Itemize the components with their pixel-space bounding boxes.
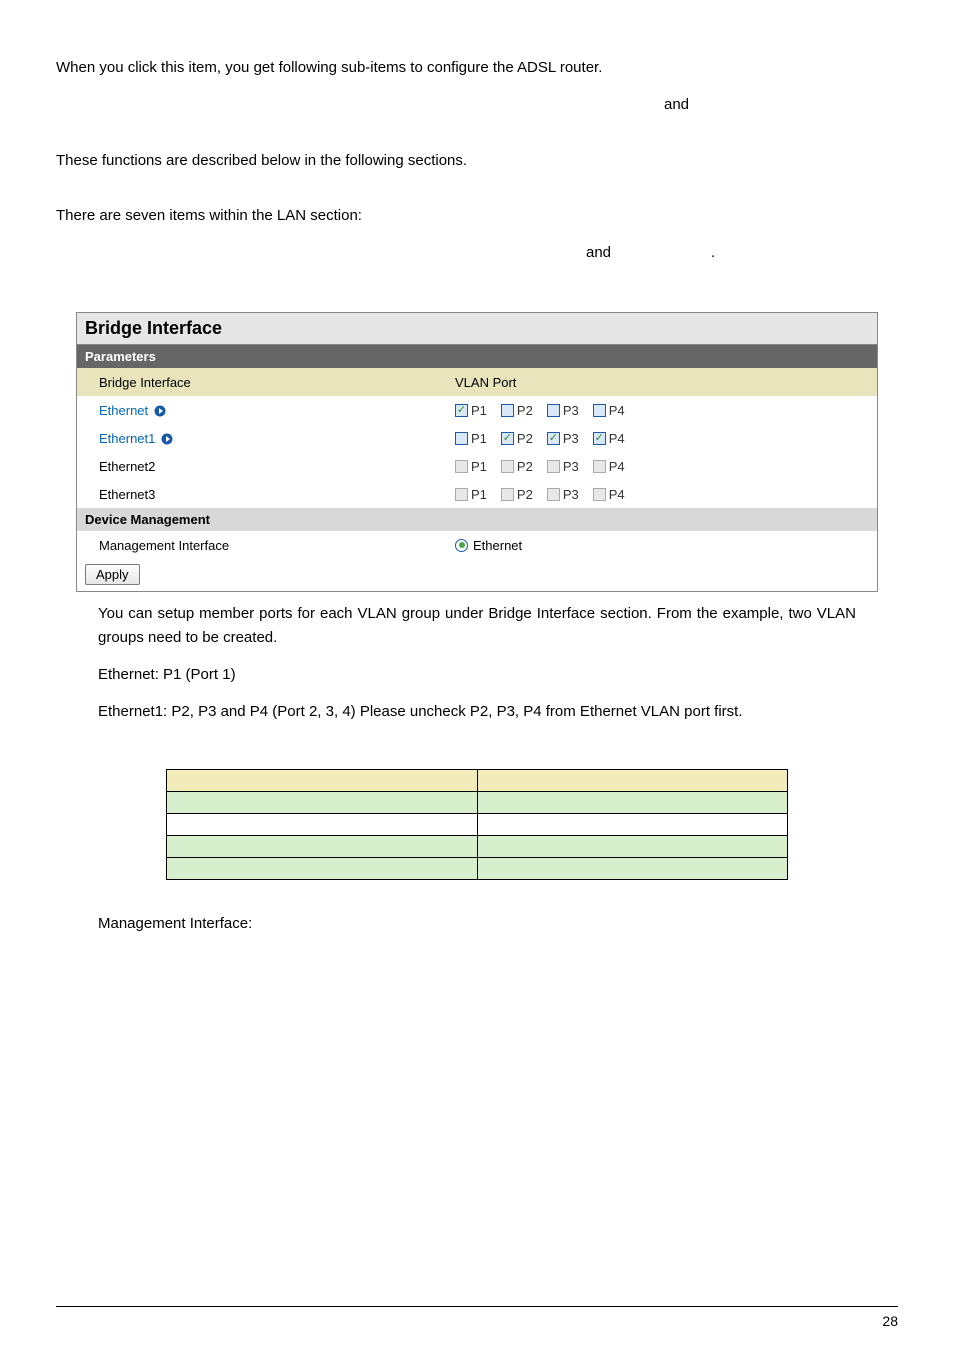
checkbox-p2[interactable]: P2 bbox=[501, 403, 533, 418]
checkbox-p3: P3 bbox=[547, 487, 579, 502]
bridge-interface-screenshot: Bridge Interface Parameters Bridge Inter… bbox=[76, 312, 878, 592]
management-label: Management Interface bbox=[99, 538, 229, 553]
page-number: 28 bbox=[882, 1313, 898, 1329]
mini-cell bbox=[477, 792, 788, 814]
mini-cell bbox=[477, 770, 788, 792]
checkbox-label: P3 bbox=[563, 403, 579, 418]
mini-cell bbox=[477, 836, 788, 858]
lan-intro: There are seven items within the LAN sec… bbox=[56, 204, 898, 227]
intro-text-2: These functions are described below in t… bbox=[56, 149, 898, 172]
footer-line bbox=[56, 1306, 898, 1307]
para-ethernet-p1: Ethernet: P1 (Port 1) bbox=[98, 663, 856, 686]
apply-button[interactable]: Apply bbox=[85, 564, 140, 585]
checkbox-p1[interactable]: P1 bbox=[455, 431, 487, 446]
checkbox-p3: P3 bbox=[547, 459, 579, 474]
management-radio-ethernet[interactable]: Ethernet bbox=[455, 538, 522, 553]
mini-cell bbox=[167, 814, 478, 836]
mini-table bbox=[166, 769, 788, 880]
mini-cell bbox=[167, 836, 478, 858]
ethernet1-link[interactable]: Ethernet1 bbox=[99, 431, 155, 446]
ethernet3-label: Ethernet3 bbox=[99, 487, 155, 502]
checkbox-label: P2 bbox=[517, 459, 533, 474]
arrow-right-icon bbox=[161, 433, 173, 445]
checkbox-label: P2 bbox=[517, 431, 533, 446]
mini-cell bbox=[167, 792, 478, 814]
checkbox-label: P4 bbox=[609, 487, 625, 502]
table-row: Ethernet3 P1 P2 P3 P4 bbox=[77, 480, 877, 508]
radio-label: Ethernet bbox=[473, 538, 522, 553]
checkbox-label: P2 bbox=[517, 403, 533, 418]
dot: . bbox=[711, 241, 715, 264]
checkbox-p1[interactable]: P1 bbox=[455, 403, 487, 418]
checkbox-p3[interactable]: P3 bbox=[547, 431, 579, 446]
and-word-2: and bbox=[586, 241, 611, 264]
checkbox-label: P4 bbox=[609, 459, 625, 474]
mini-cell bbox=[167, 770, 478, 792]
ethernet2-label: Ethernet2 bbox=[99, 459, 155, 474]
checkbox-label: P1 bbox=[471, 431, 487, 446]
checkbox-label: P3 bbox=[563, 487, 579, 502]
checkbox-p2[interactable]: P2 bbox=[501, 431, 533, 446]
and-word-1: and bbox=[664, 93, 689, 116]
para-ethernet1-p234: Ethernet1: P2, P3 and P4 (Port 2, 3, 4) … bbox=[98, 700, 856, 723]
checkbox-p3[interactable]: P3 bbox=[547, 403, 579, 418]
table-row: Ethernet P1 P2 P3 P4 bbox=[77, 396, 877, 424]
panel-sub-parameters: Parameters bbox=[77, 345, 877, 368]
lan-intro-text: There are seven items within the LAN sec… bbox=[56, 207, 362, 224]
para-vlan-setup: You can setup member ports for each VLAN… bbox=[98, 602, 856, 649]
mini-cell bbox=[167, 858, 478, 880]
para-management-interface: Management Interface: bbox=[98, 912, 856, 935]
and-line-1: and bbox=[56, 93, 898, 116]
and-line-2: and. bbox=[56, 241, 898, 264]
checkbox-label: P3 bbox=[563, 459, 579, 474]
mini-cell bbox=[477, 814, 788, 836]
panel-title: Bridge Interface bbox=[77, 313, 877, 345]
checkbox-p4: P4 bbox=[593, 459, 625, 474]
table-row: Ethernet1 P1 P2 P3 P4 bbox=[77, 424, 877, 452]
checkbox-p1: P1 bbox=[455, 487, 487, 502]
arrow-right-icon bbox=[154, 405, 166, 417]
checkbox-label: P3 bbox=[563, 431, 579, 446]
col-header-2: VLAN Port bbox=[445, 371, 877, 394]
checkbox-p1: P1 bbox=[455, 459, 487, 474]
ethernet-link[interactable]: Ethernet bbox=[99, 403, 148, 418]
table-header-row: Bridge Interface VLAN Port bbox=[77, 368, 877, 396]
checkbox-p4[interactable]: P4 bbox=[593, 403, 625, 418]
panel-sub-device-management: Device Management bbox=[77, 508, 877, 531]
mini-cell bbox=[477, 858, 788, 880]
checkbox-label: P4 bbox=[609, 403, 625, 418]
checkbox-label: P1 bbox=[471, 459, 487, 474]
checkbox-label: P4 bbox=[609, 431, 625, 446]
col-header-1: Bridge Interface bbox=[77, 371, 445, 394]
checkbox-p2: P2 bbox=[501, 459, 533, 474]
checkbox-label: P1 bbox=[471, 487, 487, 502]
checkbox-p2: P2 bbox=[501, 487, 533, 502]
checkbox-p4[interactable]: P4 bbox=[593, 431, 625, 446]
checkbox-p4: P4 bbox=[593, 487, 625, 502]
management-row: Management Interface Ethernet bbox=[77, 531, 877, 559]
checkbox-label: P2 bbox=[517, 487, 533, 502]
intro-text-1: When you click this item, you get follow… bbox=[56, 56, 898, 79]
table-row: Ethernet2 P1 P2 P3 P4 bbox=[77, 452, 877, 480]
checkbox-label: P1 bbox=[471, 403, 487, 418]
